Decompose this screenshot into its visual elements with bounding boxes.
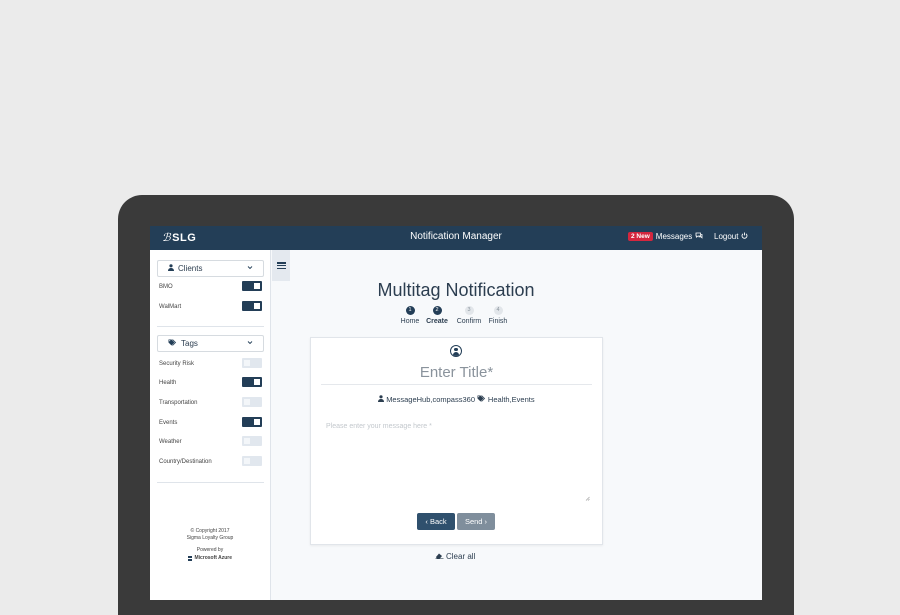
step-label: Home — [400, 318, 420, 325]
eraser-icon — [435, 552, 444, 561]
tag-row-events: Events — [159, 417, 262, 427]
tags-dropdown-label: Tags — [181, 339, 198, 348]
app-screen: ℬSLG Notification Manager 2 New Messages… — [150, 226, 762, 600]
top-navbar: ℬSLG Notification Manager 2 New Messages… — [150, 226, 762, 250]
company-text: Sigma Loyalty Group — [186, 535, 234, 541]
step-label: Finish — [488, 318, 508, 325]
tag-toggle-transportation[interactable] — [242, 397, 262, 407]
clear-all-label: Clear all — [446, 552, 476, 561]
tag-toggle-country-destination[interactable] — [242, 456, 262, 466]
powered-by-text: Powered by — [196, 547, 224, 553]
step-label: Confirm — [456, 318, 482, 325]
messages-label: Messages — [655, 232, 693, 241]
tag-toggle-weather[interactable] — [242, 436, 262, 446]
clients-meta: MessageHub,compass360 — [386, 395, 475, 404]
chat-icon — [695, 232, 703, 241]
tag-toggle-health[interactable] — [242, 377, 262, 387]
sidebar: Clients BMO WalMart Tags Security Risk H… — [150, 250, 271, 600]
messages-link[interactable]: 2 New Messages — [628, 232, 703, 241]
power-icon — [741, 232, 748, 241]
step-finish[interactable]: 4 Finish — [483, 306, 513, 325]
tag-label: Events — [159, 420, 178, 426]
message-textarea[interactable] — [321, 420, 592, 504]
step-number: 4 — [493, 306, 503, 315]
tag-row-health: Health — [159, 377, 262, 387]
tag-row-transportation: Transportation — [159, 397, 262, 407]
tag-label: Weather — [159, 439, 182, 445]
tag-row-security-risk: Security Risk — [159, 358, 262, 368]
client-toggle-bmo[interactable] — [242, 281, 262, 291]
client-toggle-walmart[interactable] — [242, 301, 262, 311]
page-title: Multitag Notification — [377, 280, 535, 300]
client-row-walmart: WalMart — [159, 301, 262, 311]
tags-icon — [477, 395, 488, 404]
step-home[interactable]: 1 Home — [395, 306, 425, 325]
windows-icon — [187, 556, 193, 561]
send-button[interactable]: Send › — [457, 513, 495, 530]
step-number: 3 — [464, 306, 474, 315]
tag-label: Country/Destination — [159, 459, 212, 465]
tag-row-country-destination: Country/Destination — [159, 456, 262, 466]
back-button[interactable]: ‹ Back — [417, 513, 455, 530]
new-messages-badge: 2 New — [628, 232, 653, 241]
sidebar-divider — [157, 482, 264, 483]
menu-toggle-button[interactable] — [272, 250, 290, 281]
sidebar-footer: © Copyright 2017 Sigma Loyalty Group Pow… — [150, 528, 270, 562]
client-label: WalMart — [159, 304, 182, 310]
step-number: 2 — [432, 306, 442, 315]
clients-dropdown[interactable]: Clients — [157, 260, 264, 277]
title-input[interactable] — [321, 360, 592, 385]
logout-link[interactable]: Logout — [714, 232, 748, 241]
list-icon — [276, 262, 286, 270]
copyright-text: © Copyright 2017 — [190, 528, 230, 534]
recipients-meta: MessageHub,compass360 Health,Events — [311, 395, 602, 404]
azure-text: Microsoft Azure — [194, 555, 233, 561]
user-circle-icon — [450, 345, 462, 357]
step-number: 1 — [405, 306, 415, 315]
resize-handle-icon[interactable] — [585, 496, 590, 503]
tags-dropdown[interactable]: Tags — [157, 335, 264, 352]
step-label: Create — [426, 318, 448, 325]
tags-meta: Health,Events — [487, 395, 535, 404]
sidebar-divider — [157, 326, 264, 327]
logout-label: Logout — [714, 232, 739, 241]
tag-row-weather: Weather — [159, 436, 262, 446]
user-icon — [168, 264, 174, 273]
chevron-down-icon — [247, 263, 253, 272]
tags-icon — [168, 339, 177, 348]
tag-label: Health — [159, 380, 177, 386]
chevron-down-icon — [247, 338, 253, 347]
step-confirm[interactable]: 3 Confirm — [454, 306, 484, 325]
tag-toggle-events[interactable] — [242, 417, 262, 427]
tag-label: Security Risk — [159, 361, 195, 367]
tag-toggle-security-risk[interactable] — [242, 358, 262, 368]
clients-dropdown-label: Clients — [178, 264, 203, 273]
client-row-bmo: BMO — [159, 281, 262, 291]
azure-logo: Microsoft Azure — [150, 555, 270, 562]
step-create[interactable]: 2 Create — [422, 306, 452, 325]
tag-label: Transportation — [159, 400, 198, 406]
clear-all-link[interactable]: Clear all — [435, 552, 475, 561]
client-label: BMO — [159, 284, 173, 290]
notification-card: MessageHub,compass360 Health,Events ‹ Ba… — [310, 337, 603, 545]
